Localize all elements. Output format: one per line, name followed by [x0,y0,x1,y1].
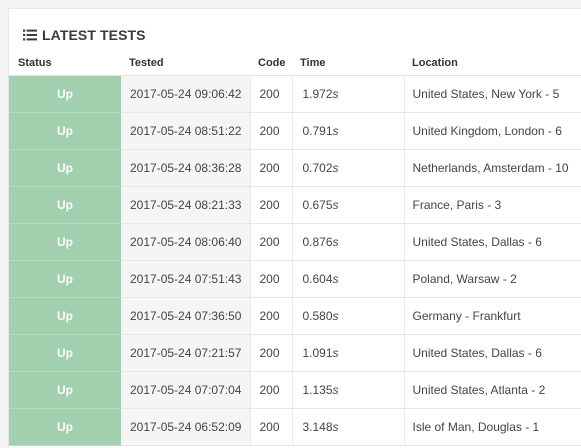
table-header-row: Status Tested Code Time Location [9,51,581,76]
code-cell: 200 [250,112,293,150]
column-header-time[interactable]: Time [292,51,404,76]
table-row: Up 2017-05-24 08:06:40 200 0.876s United… [9,223,581,261]
status-badge: Up [9,149,121,187]
table-row: Up 2017-05-24 06:52:09 200 3.148s Isle o… [9,408,581,446]
column-header-location[interactable]: Location [404,51,581,76]
table-row: Up 2017-05-24 08:21:33 200 0.675s France… [9,186,581,224]
status-badge: Up [9,186,121,224]
code-cell: 200 [250,223,293,261]
time-cell: 1.972s [292,75,405,113]
table-row: Up 2017-05-24 07:36:50 200 0.580s German… [9,297,581,335]
list-icon [23,29,37,41]
table-row: Up 2017-05-24 07:07:04 200 1.135s United… [9,371,581,409]
table-row: Up 2017-05-24 08:51:22 200 0.791s United… [9,112,581,150]
time-unit: s [332,346,339,360]
time-cell: 0.675s [292,186,405,224]
time-value: 1.135 [302,383,333,397]
latest-tests-panel: LATEST TESTS Status Tested Code Time Loc… [8,8,581,448]
time-cell: 1.135s [292,371,405,409]
status-badge: Up [9,223,121,261]
time-cell: 0.604s [292,260,405,298]
status-badge: Up [9,371,121,409]
time-unit: s [332,272,339,286]
status-badge: Up [9,408,121,446]
column-header-tested[interactable]: Tested [121,51,250,76]
tested-cell: 2017-05-24 07:51:43 [121,260,251,298]
tested-cell: 2017-05-24 06:52:09 [121,408,251,446]
status-badge: Up [9,297,121,335]
time-cell: 3.148s [292,408,405,446]
time-cell: 0.876s [292,223,405,261]
code-cell: 200 [250,371,293,409]
table-row: Up 2017-05-24 08:36:28 200 0.702s Nether… [9,149,581,187]
code-cell: 200 [250,149,293,187]
location-cell: Germany - Frankfurt [404,297,581,335]
code-cell: 200 [250,297,293,335]
location-cell: United States, Dallas - 6 [404,334,581,372]
time-value: 1.091 [302,346,333,360]
panel-title: LATEST TESTS [42,27,146,43]
tested-cell: 2017-05-24 07:21:57 [121,334,251,372]
column-header-code[interactable]: Code [250,51,292,76]
time-unit: s [332,87,339,101]
time-unit: s [332,161,339,175]
time-cell: 0.580s [292,297,405,335]
column-header-status[interactable]: Status [9,51,121,76]
code-cell: 200 [250,260,293,298]
location-cell: United States, Dallas - 6 [404,223,581,261]
tested-cell: 2017-05-24 07:07:04 [121,371,251,409]
time-value: 0.580 [302,309,333,323]
time-cell: 0.791s [292,112,405,150]
location-cell: United States, New York - 5 [404,75,581,113]
status-badge: Up [9,112,121,150]
table-row: Up 2017-05-24 07:51:43 200 0.604s Poland… [9,260,581,298]
location-cell: Netherlands, Amsterdam - 10 [404,149,581,187]
time-value: 0.675 [302,198,333,212]
tested-cell: 2017-05-24 08:21:33 [121,186,251,224]
location-cell: France, Paris - 3 [404,186,581,224]
tested-cell: 2017-05-24 07:36:50 [121,297,251,335]
tested-cell: 2017-05-24 08:51:22 [121,112,251,150]
time-unit: s [332,383,339,397]
time-unit: s [332,309,339,323]
status-badge: Up [9,334,121,372]
time-value: 1.972 [302,87,333,101]
time-value: 0.702 [302,161,333,175]
time-unit: s [332,420,339,434]
table-row: Up 2017-05-24 09:06:42 200 1.972s United… [9,75,581,113]
status-badge: Up [9,75,121,113]
tested-cell: 2017-05-24 08:36:28 [121,149,251,187]
time-value: 0.876 [302,235,333,249]
location-cell: Poland, Warsaw - 2 [404,260,581,298]
time-value: 0.791 [302,124,333,138]
code-cell: 200 [250,408,293,446]
table-row: Up 2017-05-24 07:21:57 200 1.091s United… [9,334,581,372]
location-cell: Isle of Man, Douglas - 1 [404,408,581,446]
time-cell: 1.091s [292,334,405,372]
time-unit: s [332,198,339,212]
latest-tests-table: Status Tested Code Time Location Up 2017… [9,51,581,446]
status-badge: Up [9,260,121,298]
time-unit: s [332,235,339,249]
location-cell: United States, Atlanta - 2 [404,371,581,409]
time-value: 0.604 [302,272,333,286]
time-cell: 0.702s [292,149,405,187]
panel-header: LATEST TESTS [9,9,581,49]
code-cell: 200 [250,186,293,224]
location-cell: United Kingdom, London - 6 [404,112,581,150]
time-unit: s [332,124,339,138]
time-value: 3.148 [302,420,333,434]
tested-cell: 2017-05-24 09:06:42 [121,75,251,113]
code-cell: 200 [250,75,293,113]
tested-cell: 2017-05-24 08:06:40 [121,223,251,261]
code-cell: 200 [250,334,293,372]
